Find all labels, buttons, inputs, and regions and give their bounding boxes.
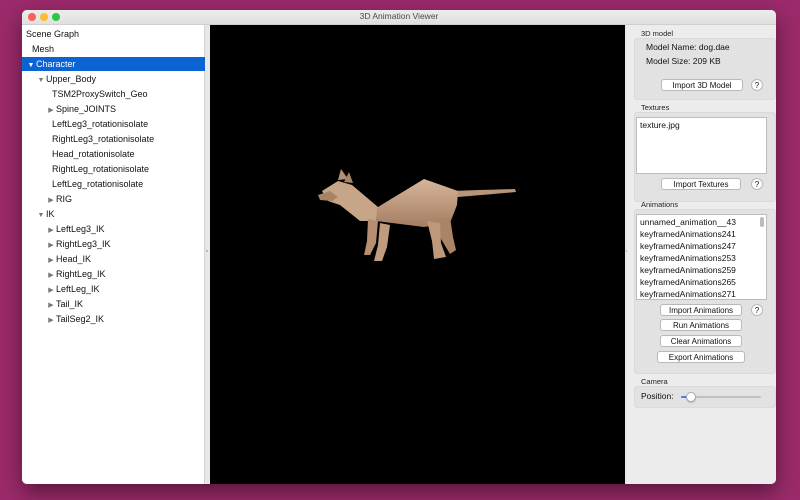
app-window: 3D Animation Viewer Scene Graph Mesh ▼ Char…	[22, 10, 776, 484]
disclosure-collapsed-icon[interactable]: ▶	[46, 314, 56, 328]
outline-row[interactable]: ▼ IK	[22, 207, 218, 221]
outline-row-label: LeftLeg_IK	[56, 284, 100, 294]
outline-row-label: Spine_JOINTS	[56, 104, 117, 114]
model-help-button[interactable]: ?	[751, 79, 763, 91]
outline-row[interactable]: RightLeg3_rotationisolate	[22, 132, 234, 146]
outline-row[interactable]: RightLeg_rotationisolate	[22, 162, 234, 176]
outline-row[interactable]: ▶ Spine_JOINTS	[22, 102, 228, 116]
outline-row[interactable]: LeftLeg3_rotationisolate	[22, 117, 234, 131]
outline-row-label: LeftLeg3_rotationisolate	[52, 119, 149, 129]
3d-viewport[interactable]	[210, 25, 625, 484]
animation-item[interactable]: keyframedAnimations271	[640, 289, 736, 299]
slider-thumb[interactable]	[685, 392, 696, 402]
outline-row[interactable]: Scene Graph	[22, 27, 208, 41]
texture-item[interactable]: texture.jpg	[640, 120, 680, 130]
outline-row-label: Upper_Body	[46, 74, 97, 84]
export-animations-button[interactable]: Export Animations	[657, 351, 745, 363]
outline-row[interactable]: ▶ RightLeg_IK	[22, 267, 228, 281]
outline-row[interactable]: ▶ RIG	[22, 192, 228, 206]
outline-row[interactable]: TSM2ProxySwitch_Geo	[22, 87, 234, 101]
disclosure-collapsed-icon[interactable]: ▶	[46, 269, 56, 283]
disclosure-collapsed-icon[interactable]: ▶	[46, 299, 56, 313]
outline-row-label: RightLeg_rotationisolate	[52, 164, 150, 174]
disclosure-expanded-icon[interactable]: ▼	[36, 74, 46, 88]
animation-item[interactable]: unnamed_animation__43	[640, 217, 736, 227]
clear-animations-button[interactable]: Clear Animations	[660, 335, 742, 347]
animations-help-button[interactable]: ?	[751, 304, 763, 316]
outline-row[interactable]: ▶ LeftLeg_IK	[22, 282, 228, 296]
outline-row-label: Scene Graph	[26, 29, 80, 39]
outline-row[interactable]: ▶ TailSeg2_IK	[22, 312, 228, 326]
outline-row[interactable]: Head_rotationisolate	[22, 147, 234, 161]
outline-row-label: Tail_IK	[56, 299, 84, 309]
import-textures-button[interactable]: Import Textures	[661, 178, 741, 190]
disclosure-expanded-icon[interactable]: ▼	[26, 59, 36, 73]
outline-row-label: RightLeg3_IK	[56, 239, 111, 249]
disclosure-collapsed-icon[interactable]: ▶	[46, 224, 56, 238]
outline-row-label: LeftLeg_rotationisolate	[52, 179, 144, 189]
run-animations-button[interactable]: Run Animations	[660, 319, 742, 331]
outline-row-label: IK	[46, 209, 55, 219]
inspector-panel: 3D model Model Name: dog.dae Model Size:…	[627, 25, 776, 484]
outline-row-label: Head_rotationisolate	[52, 149, 135, 159]
animations-list[interactable]: unnamed_animation__43 keyframedAnimation…	[636, 214, 767, 300]
textures-help-button[interactable]: ?	[751, 178, 763, 190]
model-name: Model Name: dog.dae	[646, 42, 730, 52]
import-3d-model-button[interactable]: Import 3D Model	[661, 79, 743, 91]
animation-item[interactable]: keyframedAnimations241	[640, 229, 736, 239]
outline-row[interactable]: ▶ LeftLeg3_IK	[22, 222, 228, 236]
outline-row-label: Character	[36, 59, 76, 69]
animations-section-title: Animations	[641, 200, 679, 209]
outline-row-label: LeftLeg3_IK	[56, 224, 105, 234]
textures-section-title: Textures	[641, 103, 670, 112]
outline-row-label: RightLeg3_rotationisolate	[52, 134, 155, 144]
camera-section-title: Camera	[641, 377, 668, 386]
outline-row-label: RightLeg_IK	[56, 269, 106, 279]
disclosure-collapsed-icon[interactable]: ▶	[46, 194, 56, 208]
outline-row[interactable]: ▼ Upper_Body	[22, 72, 218, 86]
disclosure-expanded-icon[interactable]: ▼	[36, 209, 46, 223]
outline-row-label: TSM2ProxySwitch_Geo	[52, 89, 148, 99]
animation-item[interactable]: keyframedAnimations265	[640, 277, 736, 287]
scene-graph-outline[interactable]: Scene Graph Mesh ▼ Character ▼ Upper_Body TSM2…	[22, 25, 208, 484]
position-label: Position:	[641, 391, 674, 401]
outline-row[interactable]: ▶ Head_IK	[22, 252, 228, 266]
outline-row-label: TailSeg2_IK	[56, 314, 105, 324]
disclosure-collapsed-icon[interactable]: ▶	[46, 104, 56, 118]
dog-model	[318, 169, 516, 261]
outline-row[interactable]: Mesh	[22, 42, 214, 56]
outline-row[interactable]: ▼ Character	[22, 57, 208, 71]
outline-row[interactable]: LeftLeg_rotationisolate	[22, 177, 234, 191]
animation-item[interactable]: keyframedAnimations247	[640, 241, 736, 251]
import-animations-button[interactable]: Import Animations	[660, 304, 742, 316]
animations-scrollbar[interactable]	[760, 217, 764, 227]
outline-row[interactable]: ▶ Tail_IK	[22, 297, 228, 311]
camera-position-slider[interactable]	[681, 392, 761, 402]
title-bar: 3D Animation Viewer	[22, 10, 776, 25]
disclosure-collapsed-icon[interactable]: ▶	[46, 284, 56, 298]
model-section-title: 3D model	[641, 29, 674, 38]
animation-item[interactable]: keyframedAnimations253	[640, 253, 736, 263]
model-size: Model Size: 209 KB	[646, 56, 721, 66]
outline-row-label: Head_IK	[56, 254, 92, 264]
disclosure-collapsed-icon[interactable]: ▶	[46, 239, 56, 253]
disclosure-collapsed-icon[interactable]: ▶	[46, 254, 56, 268]
textures-list[interactable]: texture.jpg	[636, 117, 767, 174]
window-title: 3D Animation Viewer	[359, 11, 439, 21]
outline-row-label: Mesh	[32, 44, 55, 54]
animation-item[interactable]: keyframedAnimations259	[640, 265, 736, 275]
outline-row[interactable]: ▶ RightLeg3_IK	[22, 237, 228, 251]
outline-row-label: RIG	[56, 194, 73, 204]
